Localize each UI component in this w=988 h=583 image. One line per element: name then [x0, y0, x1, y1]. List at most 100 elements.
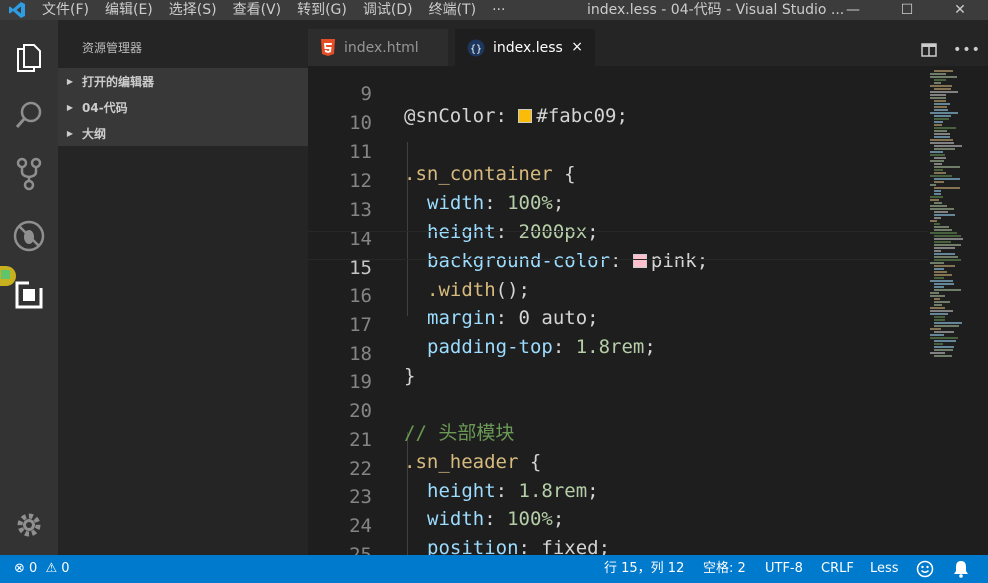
minimap-line	[934, 256, 958, 258]
code-line: 13 height: 2000px;	[308, 174, 928, 243]
sidebar-title: 资源管理器	[82, 41, 143, 55]
encoding[interactable]: UTF-8	[765, 555, 803, 583]
split-editor-button[interactable]	[917, 38, 941, 62]
minimap-line	[934, 268, 944, 270]
minimap-line	[930, 196, 943, 198]
search-button[interactable]	[0, 86, 58, 144]
current-code-line: 15 .width();	[308, 231, 928, 301]
minimap-line	[934, 130, 947, 132]
minimap-line	[934, 247, 955, 249]
notifications-button[interactable]	[953, 555, 973, 583]
minimap-line	[934, 127, 956, 129]
status-bar: ⊗ 0 ⚠ 0 行 15，列 12 空格: 2 UTF-8 CRLF Less	[0, 555, 988, 583]
line-number: 25	[349, 544, 372, 555]
problems-indicator[interactable]: ⊗ 0 ⚠ 0	[14, 555, 70, 583]
minimap-line	[930, 337, 958, 339]
minimap-line	[934, 277, 944, 279]
tab-index-less[interactable]: {} index.less ×	[455, 29, 595, 66]
minimap-line	[930, 91, 958, 93]
menu-file[interactable]: 文件(F)	[34, 0, 97, 20]
error-icon: ⊗	[14, 561, 25, 576]
minimap-line	[934, 217, 941, 219]
close-icon: ✕	[954, 2, 966, 18]
minimap[interactable]	[928, 66, 988, 555]
minimap-line	[934, 121, 943, 123]
cursor-position[interactable]: 行 15，列 12	[604, 555, 684, 583]
maximize-button[interactable]: ☐	[887, 0, 927, 20]
menu-terminal[interactable]: 终端(T)	[421, 0, 484, 20]
svg-text:{}: {}	[470, 44, 482, 55]
minimap-line	[934, 70, 953, 72]
menu-selection[interactable]: 选择(S)	[161, 0, 225, 20]
chevron-right-icon: ▶	[66, 128, 74, 138]
section-outline[interactable]: ▶ 大纲	[58, 120, 308, 146]
section-open-editors[interactable]: ▶ 打开的编辑器	[58, 68, 308, 94]
section-folder[interactable]: ▶ 04-代码	[58, 94, 308, 120]
menu-view[interactable]: 查看(V)	[225, 0, 290, 20]
indentation[interactable]: 空格: 2	[703, 555, 746, 583]
minimap-line	[930, 328, 941, 330]
minimap-line	[934, 148, 955, 150]
minimap-line	[934, 301, 950, 303]
search-icon	[15, 101, 42, 128]
minimap-line	[934, 202, 942, 204]
split-editor-icon	[921, 43, 937, 57]
minimize-button[interactable]: —	[833, 0, 873, 20]
source-control-button[interactable]	[0, 145, 58, 203]
menu-go[interactable]: 转到(G)	[289, 0, 355, 20]
minimap-line	[930, 139, 953, 141]
minimap-line	[934, 181, 944, 183]
minimap-line	[934, 223, 940, 225]
code-line: 17 padding-top: 1.8rem;	[308, 289, 928, 358]
menu-more[interactable]: ···	[484, 0, 513, 20]
menu-edit[interactable]: 编辑(E)	[97, 0, 161, 20]
code-editor[interactable]: 9 @snColor: #fabc09; 10 11 .sn_container…	[308, 66, 928, 555]
tab-index-html[interactable]: index.html	[308, 29, 448, 66]
minimap-line	[930, 313, 948, 315]
chevron-right-icon: ▶	[66, 102, 74, 112]
more-actions-button[interactable]: •••	[953, 38, 981, 62]
minimap-line	[934, 88, 951, 90]
language-mode[interactable]: Less	[870, 555, 899, 583]
settings-button[interactable]	[0, 496, 58, 554]
minimap-line	[930, 94, 946, 96]
error-count: 0	[29, 561, 38, 576]
line-ending[interactable]: CRLF	[821, 555, 854, 583]
tab-label: index.html	[344, 39, 419, 56]
minimap-line	[930, 154, 945, 156]
code-line: 12 width: 100%;	[308, 145, 928, 214]
explorer-button[interactable]	[0, 28, 58, 86]
minimap-line	[934, 79, 946, 81]
minimap-line	[934, 82, 941, 84]
section-label: 大纲	[82, 126, 107, 141]
minimap-line	[934, 331, 954, 333]
minimap-line	[934, 322, 962, 324]
minimap-line	[930, 205, 947, 207]
minimap-line	[934, 187, 960, 189]
minimap-line	[934, 304, 942, 306]
minimap-line	[934, 319, 945, 321]
minimap-line	[934, 289, 961, 291]
minimap-line	[930, 199, 939, 201]
minimap-line	[934, 157, 946, 159]
minimap-line	[930, 334, 944, 336]
menu-bar: 文件(F) 编辑(E) 选择(S) 查看(V) 转到(G) 调试(D) 终端(T…	[34, 0, 513, 20]
close-icon[interactable]: ×	[571, 39, 583, 55]
menu-debug[interactable]: 调试(D)	[355, 0, 421, 20]
minimap-line	[934, 346, 954, 348]
minimap-line	[934, 109, 948, 111]
minimap-line	[934, 343, 943, 345]
feedback-button[interactable]	[916, 555, 936, 583]
minimap-line	[930, 307, 945, 309]
minimap-line	[934, 286, 944, 288]
minimap-line	[934, 211, 948, 213]
minimap-line	[934, 169, 943, 171]
minimap-line	[934, 106, 947, 108]
source-control-icon	[16, 157, 42, 191]
debug-button[interactable]	[0, 207, 58, 265]
more-icon: •••	[953, 42, 981, 58]
minimap-line	[934, 271, 947, 273]
minimap-line	[934, 172, 946, 174]
explorer-sidebar: 资源管理器 ▶ 打开的编辑器 ▶ 04-代码 ▶ 大纲	[58, 20, 308, 555]
close-window-button[interactable]: ✕	[940, 0, 980, 20]
